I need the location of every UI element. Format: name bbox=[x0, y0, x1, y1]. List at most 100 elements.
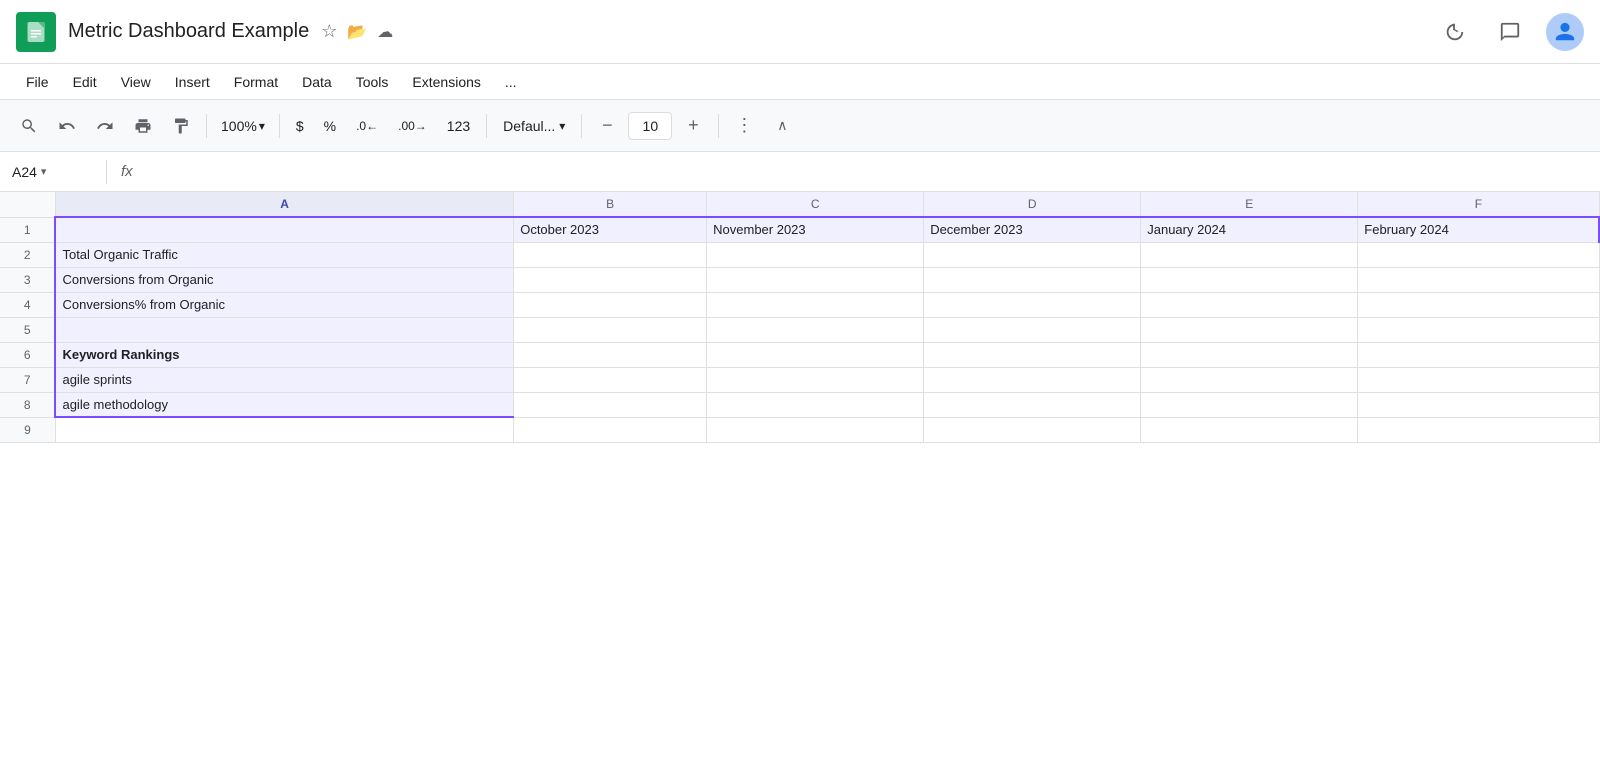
collapse-toolbar-button[interactable]: ∧ bbox=[765, 109, 799, 143]
cell-A2[interactable]: Total Organic Traffic bbox=[55, 242, 513, 267]
cell-A3[interactable]: Conversions from Organic bbox=[55, 267, 513, 292]
cell-E4[interactable] bbox=[1141, 292, 1358, 317]
undo-button[interactable] bbox=[50, 109, 84, 143]
cell-B1[interactable]: October 2023 bbox=[514, 217, 707, 242]
cell-E1[interactable]: January 2024 bbox=[1141, 217, 1358, 242]
cell-D1[interactable]: December 2023 bbox=[924, 217, 1141, 242]
user-avatar[interactable] bbox=[1546, 13, 1584, 51]
cell-D5[interactable] bbox=[924, 317, 1141, 342]
cell-D3[interactable] bbox=[924, 267, 1141, 292]
cell-A1[interactable] bbox=[55, 217, 513, 242]
cell-B4[interactable] bbox=[514, 292, 707, 317]
cell-C5[interactable] bbox=[707, 317, 924, 342]
cell-C7[interactable] bbox=[707, 367, 924, 392]
col-header-D[interactable]: D bbox=[924, 192, 1141, 217]
font-size-minus-button[interactable]: − bbox=[590, 109, 624, 143]
menu-insert[interactable]: Insert bbox=[165, 70, 220, 94]
cell-E7[interactable] bbox=[1141, 367, 1358, 392]
col-header-F[interactable]: F bbox=[1358, 192, 1599, 217]
cell-E8[interactable] bbox=[1141, 392, 1358, 417]
redo-button[interactable] bbox=[88, 109, 122, 143]
menu-view[interactable]: View bbox=[111, 70, 161, 94]
cell-F9[interactable] bbox=[1358, 417, 1599, 442]
paint-format-button[interactable] bbox=[164, 109, 198, 143]
cell-B2[interactable] bbox=[514, 242, 707, 267]
row-num-2[interactable]: 2 bbox=[0, 242, 55, 267]
cell-C8[interactable] bbox=[707, 392, 924, 417]
cell-D9[interactable] bbox=[924, 417, 1141, 442]
menu-data[interactable]: Data bbox=[292, 70, 342, 94]
cell-F5[interactable] bbox=[1358, 317, 1599, 342]
folder-icon[interactable]: 📂 bbox=[347, 22, 367, 42]
cell-D4[interactable] bbox=[924, 292, 1141, 317]
decimal-increase-button[interactable]: .00→ bbox=[390, 115, 435, 137]
percent-button[interactable]: % bbox=[316, 114, 344, 138]
row-num-9[interactable]: 9 bbox=[0, 417, 55, 442]
cell-F1[interactable]: February 2024 bbox=[1358, 217, 1599, 242]
row-num-7[interactable]: 7 bbox=[0, 367, 55, 392]
cell-D2[interactable] bbox=[924, 242, 1141, 267]
menu-edit[interactable]: Edit bbox=[63, 70, 107, 94]
font-size-plus-button[interactable]: + bbox=[676, 109, 710, 143]
currency-button[interactable]: $ bbox=[288, 114, 312, 138]
menu-more[interactable]: ... bbox=[495, 70, 527, 94]
cell-C1[interactable]: November 2023 bbox=[707, 217, 924, 242]
cell-E2[interactable] bbox=[1141, 242, 1358, 267]
cell-A8[interactable]: agile methodology bbox=[55, 392, 513, 417]
menu-extensions[interactable]: Extensions bbox=[402, 70, 490, 94]
history-icon[interactable] bbox=[1434, 12, 1474, 52]
cell-A9[interactable] bbox=[55, 417, 513, 442]
more-options-button[interactable]: ⋮ bbox=[727, 109, 761, 143]
cell-A6[interactable]: Keyword Rankings bbox=[55, 342, 513, 367]
print-button[interactable] bbox=[126, 109, 160, 143]
cell-E6[interactable] bbox=[1141, 342, 1358, 367]
cloud-icon[interactable]: ☁ bbox=[377, 22, 393, 42]
cell-B8[interactable] bbox=[514, 392, 707, 417]
col-header-E[interactable]: E bbox=[1141, 192, 1358, 217]
col-header-B[interactable]: B bbox=[514, 192, 707, 217]
cell-reference-box[interactable]: A24 ▾ bbox=[12, 164, 92, 180]
zoom-control[interactable]: 100% ▾ bbox=[215, 116, 271, 136]
cell-F4[interactable] bbox=[1358, 292, 1599, 317]
cell-F2[interactable] bbox=[1358, 242, 1599, 267]
cell-E9[interactable] bbox=[1141, 417, 1358, 442]
more-formats-button[interactable]: 123 bbox=[439, 114, 478, 138]
cell-C9[interactable] bbox=[707, 417, 924, 442]
cell-B5[interactable] bbox=[514, 317, 707, 342]
cell-B7[interactable] bbox=[514, 367, 707, 392]
row-num-8[interactable]: 8 bbox=[0, 392, 55, 417]
col-header-C[interactable]: C bbox=[707, 192, 924, 217]
cell-F8[interactable] bbox=[1358, 392, 1599, 417]
menu-format[interactable]: Format bbox=[224, 70, 288, 94]
cell-A7[interactable]: agile sprints bbox=[55, 367, 513, 392]
cell-ref-dropdown-icon[interactable]: ▾ bbox=[41, 165, 47, 178]
cell-E3[interactable] bbox=[1141, 267, 1358, 292]
comment-icon[interactable] bbox=[1490, 12, 1530, 52]
menu-tools[interactable]: Tools bbox=[346, 70, 399, 94]
search-button[interactable] bbox=[12, 109, 46, 143]
cell-D6[interactable] bbox=[924, 342, 1141, 367]
cell-D7[interactable] bbox=[924, 367, 1141, 392]
cell-B6[interactable] bbox=[514, 342, 707, 367]
cell-B3[interactable] bbox=[514, 267, 707, 292]
cell-D8[interactable] bbox=[924, 392, 1141, 417]
star-icon[interactable]: ☆ bbox=[321, 21, 337, 42]
menu-file[interactable]: File bbox=[16, 70, 59, 94]
row-num-5[interactable]: 5 bbox=[0, 317, 55, 342]
cell-F7[interactable] bbox=[1358, 367, 1599, 392]
cell-A5[interactable] bbox=[55, 317, 513, 342]
row-num-1[interactable]: 1 bbox=[0, 217, 55, 242]
col-header-A[interactable]: A bbox=[55, 192, 513, 217]
cell-C4[interactable] bbox=[707, 292, 924, 317]
cell-B9[interactable] bbox=[514, 417, 707, 442]
cell-E5[interactable] bbox=[1141, 317, 1358, 342]
row-num-4[interactable]: 4 bbox=[0, 292, 55, 317]
row-num-3[interactable]: 3 bbox=[0, 267, 55, 292]
decimal-decrease-button[interactable]: .0← bbox=[348, 115, 386, 137]
cell-F3[interactable] bbox=[1358, 267, 1599, 292]
cell-C6[interactable] bbox=[707, 342, 924, 367]
cell-C2[interactable] bbox=[707, 242, 924, 267]
font-size-input[interactable]: 10 bbox=[628, 112, 672, 140]
cell-A4[interactable]: Conversions% from Organic bbox=[55, 292, 513, 317]
cell-C3[interactable] bbox=[707, 267, 924, 292]
